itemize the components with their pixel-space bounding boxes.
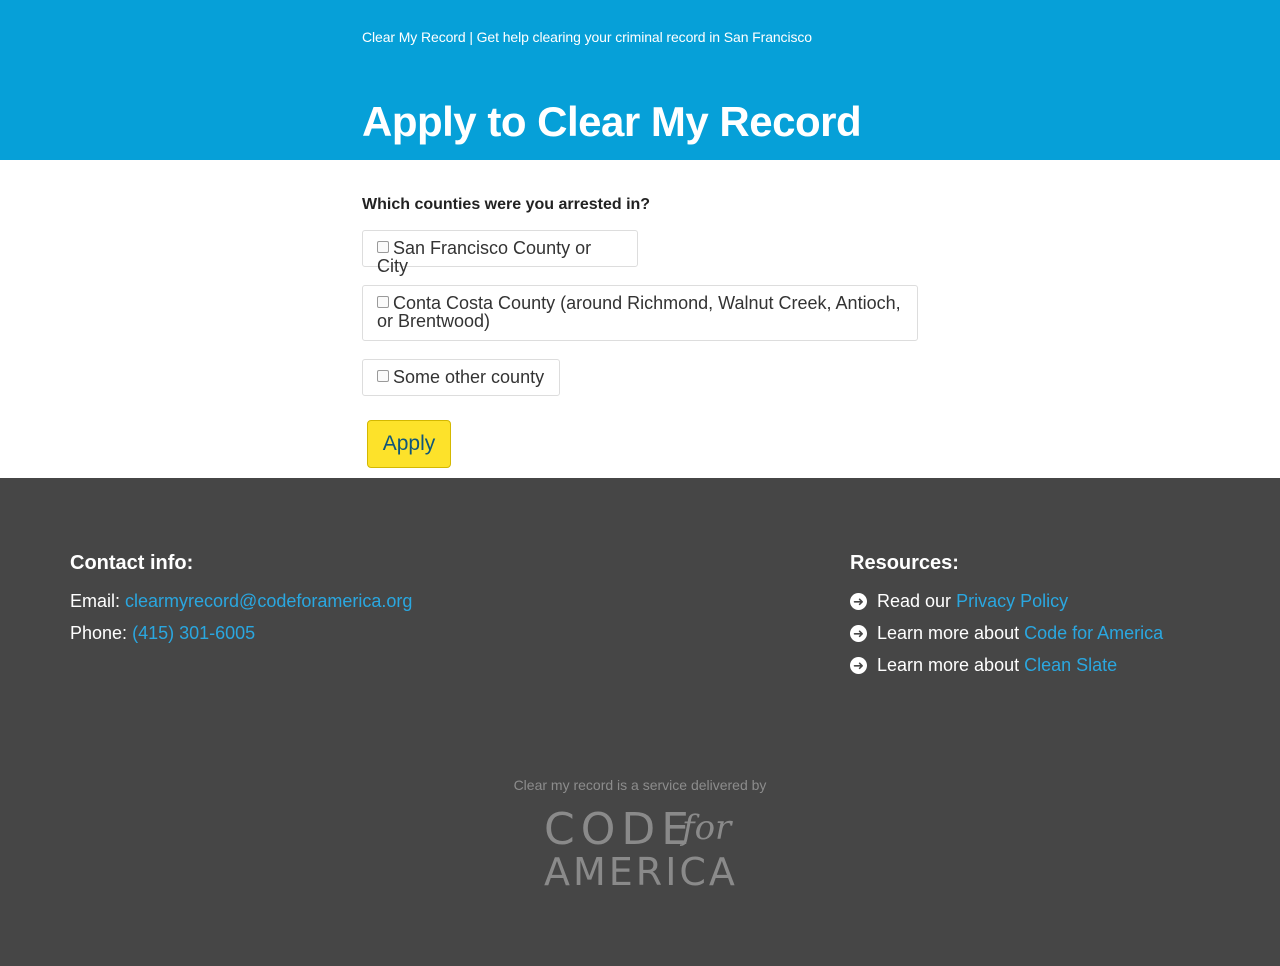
contact-section: Contact info: Email: clearmyrecord@codef… [70, 552, 412, 655]
resource-prefix: Learn more about [877, 655, 1020, 675]
resource-item-privacy: ➜ Read our Privacy Policy [850, 591, 1163, 612]
resources-heading: Resources: [850, 552, 959, 574]
checkbox-other-county[interactable] [377, 370, 389, 382]
logo-for: for [682, 808, 732, 848]
logo-code: CODE [544, 804, 696, 855]
contact-heading: Contact info: [70, 552, 194, 574]
option-other-county[interactable]: Some other county [362, 359, 560, 396]
arrow-right-circle-icon: ➜ [850, 593, 867, 610]
option-contra-costa[interactable]: Conta Costa County (around Richmond, Wal… [362, 285, 918, 341]
option-label: Conta Costa County (around Richmond, Wal… [377, 293, 901, 331]
arrow-right-circle-icon: ➜ [850, 657, 867, 674]
email-link[interactable]: clearmyrecord@codeforamerica.org [125, 591, 412, 611]
option-san-francisco[interactable]: San Francisco County or City [362, 230, 638, 275]
page-title: Apply to Clear My Record [362, 98, 862, 145]
phone-label: Phone: [70, 623, 128, 643]
clean-slate-link[interactable]: Clean Slate [1024, 655, 1117, 675]
checkbox-san-francisco[interactable] [377, 241, 389, 253]
site-footer: Contact info: Email: clearmyrecord@codef… [0, 478, 1280, 966]
county-form: Which counties were you arrested in? San… [0, 160, 1280, 478]
phone-link[interactable]: (415) 301-6005 [132, 623, 255, 643]
code-for-america-logo[interactable]: CODE for AMERICA [540, 804, 740, 894]
option-label: San Francisco County or City [377, 238, 592, 276]
delivered-by-text: Clear my record is a service delivered b… [513, 777, 767, 793]
email-line: Email: clearmyrecord@codeforamerica.org [70, 591, 412, 612]
resources-section: Resources: ➜ Read our Privacy Policy ➜ Lea… [850, 552, 1163, 687]
privacy-policy-link[interactable]: Privacy Policy [956, 591, 1068, 611]
logo-america: AMERICA [544, 850, 738, 894]
email-label: Email: [70, 591, 121, 611]
option-label: Some other county [393, 367, 545, 387]
phone-line: Phone: (415) 301-6005 [70, 623, 412, 644]
form-question: Which counties were you arrested in? [362, 196, 651, 213]
site-header: Clear My Record | Get help clearing your… [0, 0, 1280, 160]
resource-item-clean-slate: ➜ Learn more about Clean Slate [850, 655, 1163, 676]
arrow-right-circle-icon: ➜ [850, 625, 867, 642]
code-for-america-link[interactable]: Code for America [1024, 623, 1163, 643]
site-tagline[interactable]: Clear My Record | Get help clearing your… [362, 29, 812, 45]
resource-prefix: Read our [877, 591, 952, 611]
checkbox-contra-costa[interactable] [377, 296, 389, 308]
apply-button[interactable]: Apply [367, 420, 451, 468]
resource-item-cfa: ➜ Learn more about Code for America [850, 623, 1163, 644]
resource-prefix: Learn more about [877, 623, 1020, 643]
